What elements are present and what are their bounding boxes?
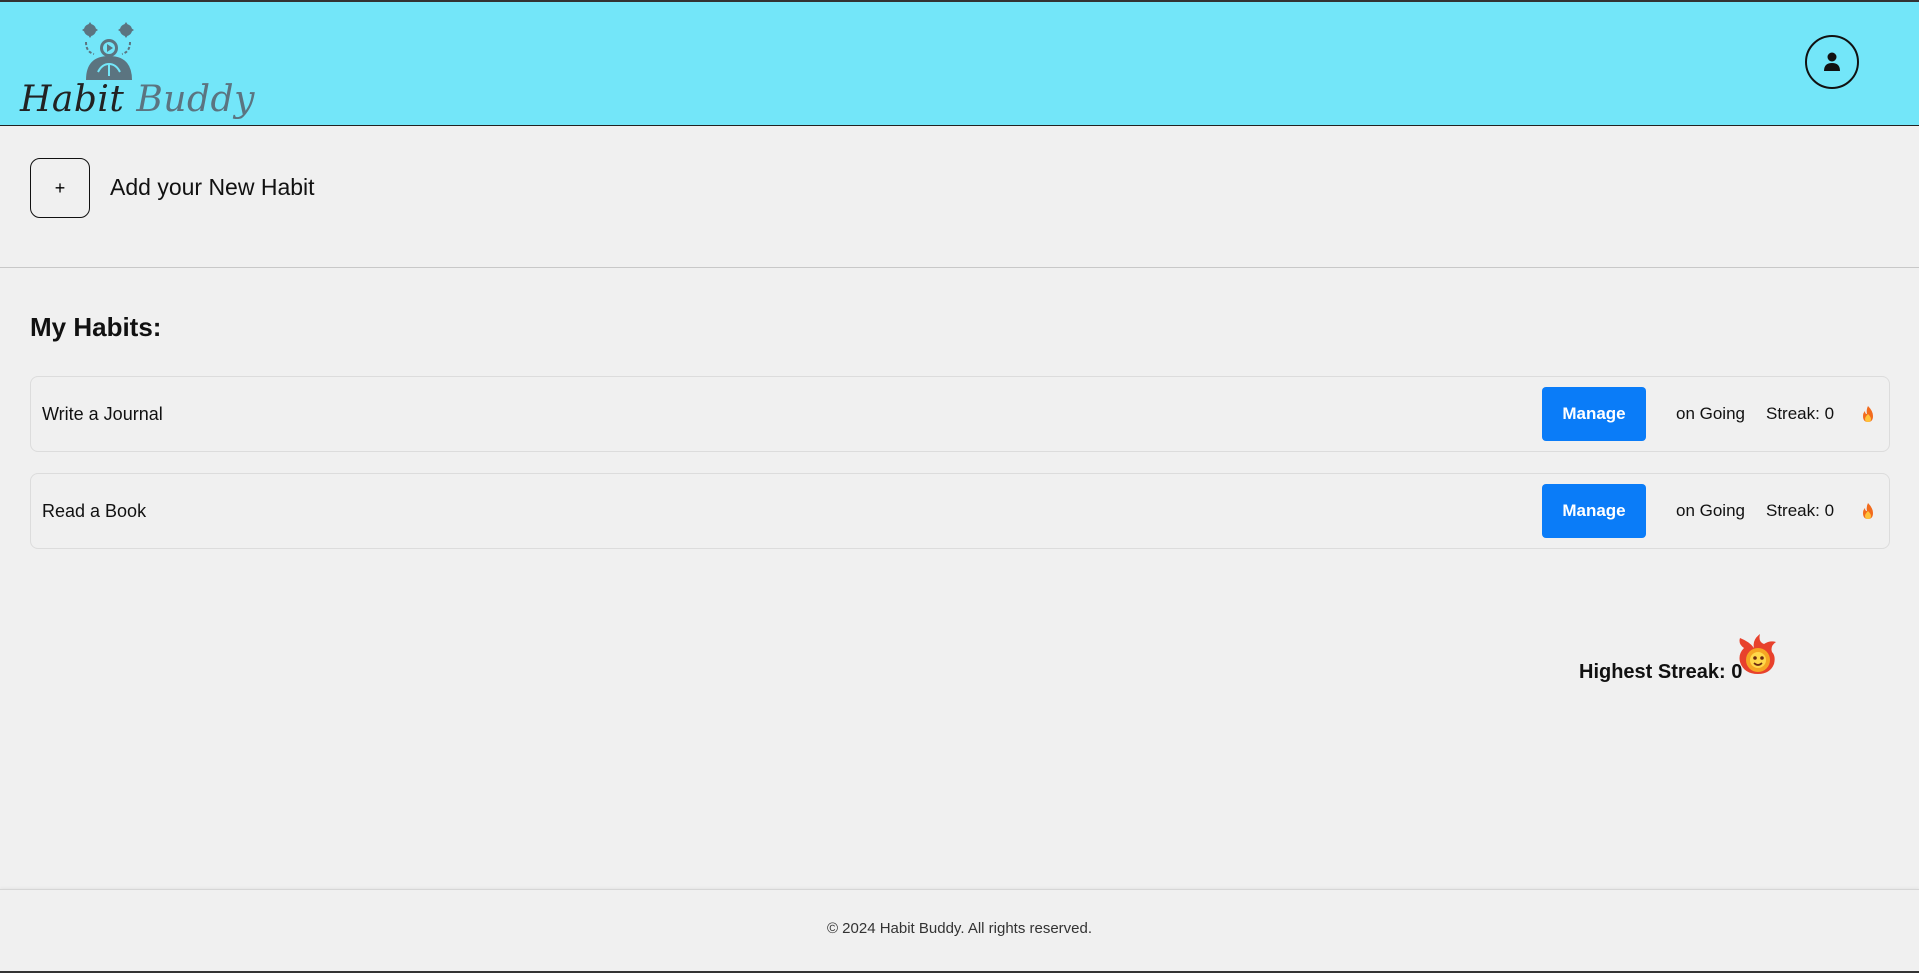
habit-streak: Streak: 0: [1766, 501, 1835, 520]
fireball-icon: [1739, 634, 1776, 674]
habit-card: Read a Book Manage on Going Streak: 0: [30, 473, 1890, 549]
habit-status: on Going: [1676, 404, 1745, 423]
flame-icon: [1863, 503, 1873, 519]
copyright-text: © 2024 Habit Buddy. All rights reserved.: [826, 920, 1093, 937]
habit-card: Write a Journal Manage on Going Streak: …: [30, 376, 1890, 452]
habit-name: Read a Book: [42, 501, 147, 521]
app-header: Habit Buddy: [0, 2, 1919, 126]
manage-button[interactable]: Manage: [1542, 387, 1646, 441]
habit-status: on Going: [1676, 501, 1745, 520]
add-habit-label: Add your New Habit: [110, 174, 315, 200]
add-habit-button[interactable]: +: [30, 158, 90, 218]
app-logo-text[interactable]: Habit Buddy: [20, 78, 255, 122]
manage-button[interactable]: Manage: [1542, 484, 1646, 538]
logo-word-buddy: Buddy: [136, 79, 255, 120]
brain-gears-logo-icon: [78, 20, 140, 82]
add-habit-section: + Add your New Habit: [0, 126, 1919, 268]
habit-name: Write a Journal: [42, 404, 163, 424]
my-habits-heading: My Habits:: [30, 312, 162, 342]
flame-icon: [1863, 406, 1873, 422]
user-icon: [1824, 52, 1840, 71]
page-footer: © 2024 Habit Buddy. All rights reserved.: [0, 889, 1919, 973]
habit-streak: Streak: 0: [1766, 404, 1835, 423]
highest-streak-label: Highest Streak: 0: [1579, 661, 1743, 683]
logo-word-habit: Habit: [20, 79, 125, 120]
profile-button[interactable]: [1805, 35, 1859, 89]
